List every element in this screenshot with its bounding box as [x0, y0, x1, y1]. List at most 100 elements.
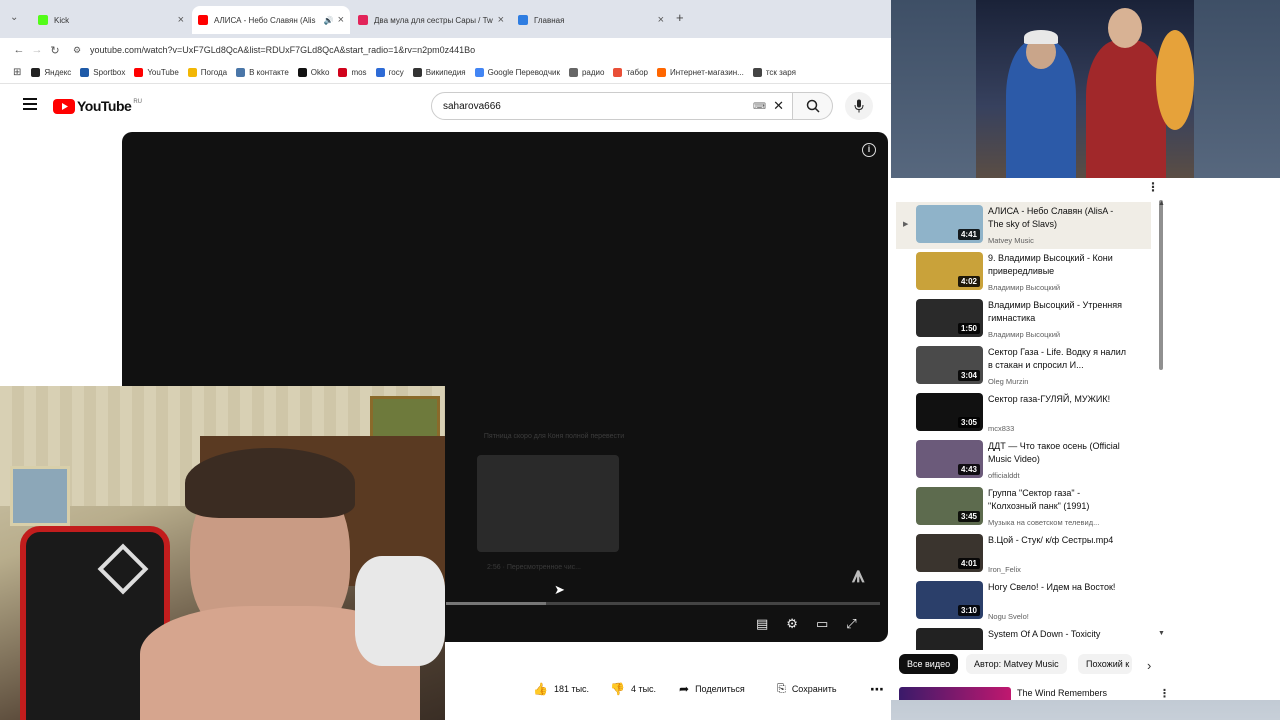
menu-icon[interactable]: [23, 98, 37, 110]
bookmark-favicon-icon: [80, 68, 90, 77]
fullscreen-icon[interactable]: ⤢: [846, 616, 856, 632]
bookmark-item[interactable]: табор: [613, 68, 648, 77]
site-settings-icon[interactable]: ⚙: [68, 45, 86, 56]
playlist-item[interactable]: 3:05 Сектор газа-ГУЛЯЙ, МУЖИК! mcx833: [896, 390, 1151, 437]
close-icon[interactable]: ×: [338, 14, 344, 26]
tab-two-mules[interactable]: Два мула для сестры Сары / Tw ×: [352, 6, 510, 34]
settings-gear-icon[interactable]: ⚙: [786, 616, 798, 632]
close-icon[interactable]: ×: [178, 14, 184, 26]
tab-list-chevron-icon[interactable]: ⌄: [10, 12, 18, 23]
playlist-item[interactable]: 1:50 Владимир Высоцкий - Утренняя гимнаст…: [896, 296, 1151, 343]
video-title[interactable]: ДДТ — Что такое осень (Official Music Vi…: [988, 440, 1128, 466]
playlist-menu-icon[interactable]: ⋮: [1147, 180, 1159, 194]
video-thumbnail[interactable]: 4:01: [916, 534, 983, 572]
mouse-cursor-icon: ➤: [554, 582, 565, 597]
search-input[interactable]: saharova666 ⌨ ✕: [431, 92, 793, 120]
video-title[interactable]: Сектор Газа - Life. Водку я налил в стак…: [988, 346, 1128, 372]
search-button[interactable]: [793, 92, 833, 120]
bookmark-item[interactable]: Google Переводчик: [474, 68, 560, 77]
speaker-icon[interactable]: 🔊: [324, 16, 334, 25]
video-thumbnail[interactable]: 4:41: [916, 205, 983, 243]
forward-icon[interactable]: →: [28, 44, 46, 56]
rec-title[interactable]: The Wind Remembers: [1017, 688, 1107, 698]
video-title[interactable]: System Of A Down - Toxicity: [988, 628, 1128, 641]
url-field[interactable]: youtube.com/watch?v=UxF7GLd8QcA&list=RDU…: [90, 45, 475, 55]
close-icon[interactable]: ×: [658, 14, 664, 26]
video-duration: 3:45: [957, 511, 980, 522]
video-title[interactable]: В.Цой - Стук/ к/ф Сестры.mp4: [988, 534, 1128, 547]
bookmark-icon: ⎘: [777, 682, 786, 695]
scroll-down-icon[interactable]: ▼: [1158, 630, 1165, 637]
tab-home[interactable]: Главная ×: [512, 6, 670, 34]
channel-name: Oleg Murzin: [988, 377, 1029, 386]
playlist-item[interactable]: 4:02 9. Владимир Высоцкий - Кони приверед…: [896, 249, 1151, 296]
playlist-item[interactable]: 3:04 Сектор Газа - Life. Водку я налил в …: [896, 343, 1151, 390]
bookmark-item[interactable]: Интернет-магазин...: [656, 68, 744, 77]
keyboard-icon[interactable]: ⌨: [753, 101, 766, 112]
video-thumbnail[interactable]: 3:45: [916, 487, 983, 525]
theater-mode-icon[interactable]: ▭: [816, 616, 828, 632]
playlist-item[interactable]: 3:10 Ногу Свело! - Идем на Восток! Nogu Sv…: [896, 578, 1151, 625]
apps-grid-icon[interactable]: ⊞: [13, 67, 21, 78]
bookmarks-bar: ⊞ Яндекс Sportbox YouTube Погода В контакте O…: [0, 62, 891, 84]
video-title[interactable]: Группа "Сектор газа" - "Колхозный панк" …: [988, 487, 1128, 513]
close-icon[interactable]: ×: [498, 14, 504, 26]
playlist-item[interactable]: 4:01 В.Цой - Стук/ к/ф Сестры.mp4 Iron_Fel…: [896, 531, 1151, 578]
save-button[interactable]: ⎘ Сохранить: [777, 680, 837, 698]
bookmark-item[interactable]: Погода: [187, 68, 227, 77]
video-thumbnail[interactable]: 3:10: [916, 581, 983, 619]
bookmark-item[interactable]: YouTube: [134, 68, 179, 77]
bookmark-item[interactable]: Яндекс: [31, 68, 71, 77]
bookmark-item[interactable]: В контакте: [236, 68, 289, 77]
video-title[interactable]: Владимир Высоцкий - Утренняя гимнастика: [988, 299, 1128, 325]
scroll-up-icon[interactable]: ▲: [1158, 200, 1165, 207]
new-tab-button[interactable]: +: [676, 10, 684, 25]
rec-menu-icon[interactable]: ⋮: [1159, 687, 1170, 700]
bookmark-item[interactable]: Okko: [297, 68, 329, 77]
video-thumbnail[interactable]: 1:50: [916, 299, 983, 337]
progress-bar[interactable]: [446, 602, 880, 605]
voice-search-button[interactable]: [845, 92, 873, 120]
playlist-item[interactable]: 3:45 Группа "Сектор газа" - "Колхозный па…: [896, 484, 1151, 531]
video-title[interactable]: 9. Владимир Высоцкий - Кони привередливы…: [988, 252, 1128, 278]
next-recommendation[interactable]: The Wind Remembers ⋮: [891, 680, 1280, 700]
video-thumbnail[interactable]: 3:05: [916, 393, 983, 431]
clear-search-icon[interactable]: ✕: [773, 98, 784, 114]
video-title[interactable]: Сектор газа-ГУЛЯЙ, МУЖИК!: [988, 393, 1128, 406]
tab-youtube-active[interactable]: АЛИСА - Небо Славян (Alis 🔊 ×: [192, 6, 350, 34]
playlist-item[interactable]: ▶ 4:41 АЛИСА - Небо Славян (AlisA - The sk…: [896, 202, 1151, 249]
up-next-title[interactable]: Пятница скоро для Коня полной перевести: [478, 432, 630, 441]
subtitles-icon[interactable]: ▤: [756, 616, 768, 632]
bookmark-item[interactable]: тск заря: [752, 68, 796, 77]
video-thumbnail[interactable]: 3:04: [916, 346, 983, 384]
bookmark-label: табор: [626, 68, 648, 77]
video-title[interactable]: АЛИСА - Небо Славян (AlisA - The sky of …: [988, 205, 1128, 231]
chip-similar[interactable]: Похожий к: [1078, 654, 1132, 674]
rec-thumbnail[interactable]: [899, 687, 1011, 700]
playlist-item[interactable]: 4:43 ДДТ — Что такое осень (Official Musi…: [896, 437, 1151, 484]
youtube-logo[interactable]: YouTube RU: [53, 98, 142, 114]
share-button[interactable]: ➦ Поделиться: [679, 680, 745, 698]
bookmark-label: Википедия: [425, 68, 466, 77]
bookmark-item[interactable]: Википедия: [412, 68, 466, 77]
info-icon[interactable]: i: [862, 143, 876, 157]
reload-icon[interactable]: ↻: [46, 44, 64, 57]
up-next-thumbnail[interactable]: [477, 455, 619, 552]
back-icon[interactable]: ←: [10, 44, 28, 56]
bookmark-item[interactable]: Sportbox: [80, 68, 125, 77]
bookmark-item[interactable]: радио: [568, 68, 604, 77]
dislike-button[interactable]: 👎 4 тыс.: [610, 680, 656, 698]
channel-name: Владимир Высоцкий: [988, 330, 1061, 339]
like-button[interactable]: 👍 181 тыс.: [533, 680, 589, 698]
chip-author[interactable]: Автор: Matvey Music: [966, 654, 1067, 674]
video-title[interactable]: Ногу Свело! - Идем на Восток!: [988, 581, 1128, 594]
bookmark-item[interactable]: mos: [338, 68, 367, 77]
more-actions-icon[interactable]: ⋯: [870, 680, 884, 698]
chevron-right-icon[interactable]: ›: [1147, 658, 1151, 673]
playlist-scrollbar[interactable]: [1159, 200, 1163, 370]
video-thumbnail[interactable]: 4:02: [916, 252, 983, 290]
tab-kick[interactable]: Kick ×: [32, 6, 190, 34]
chip-all-videos[interactable]: Все видео: [899, 654, 959, 674]
bookmark-item[interactable]: госу: [375, 68, 404, 77]
video-thumbnail[interactable]: 4:43: [916, 440, 983, 478]
